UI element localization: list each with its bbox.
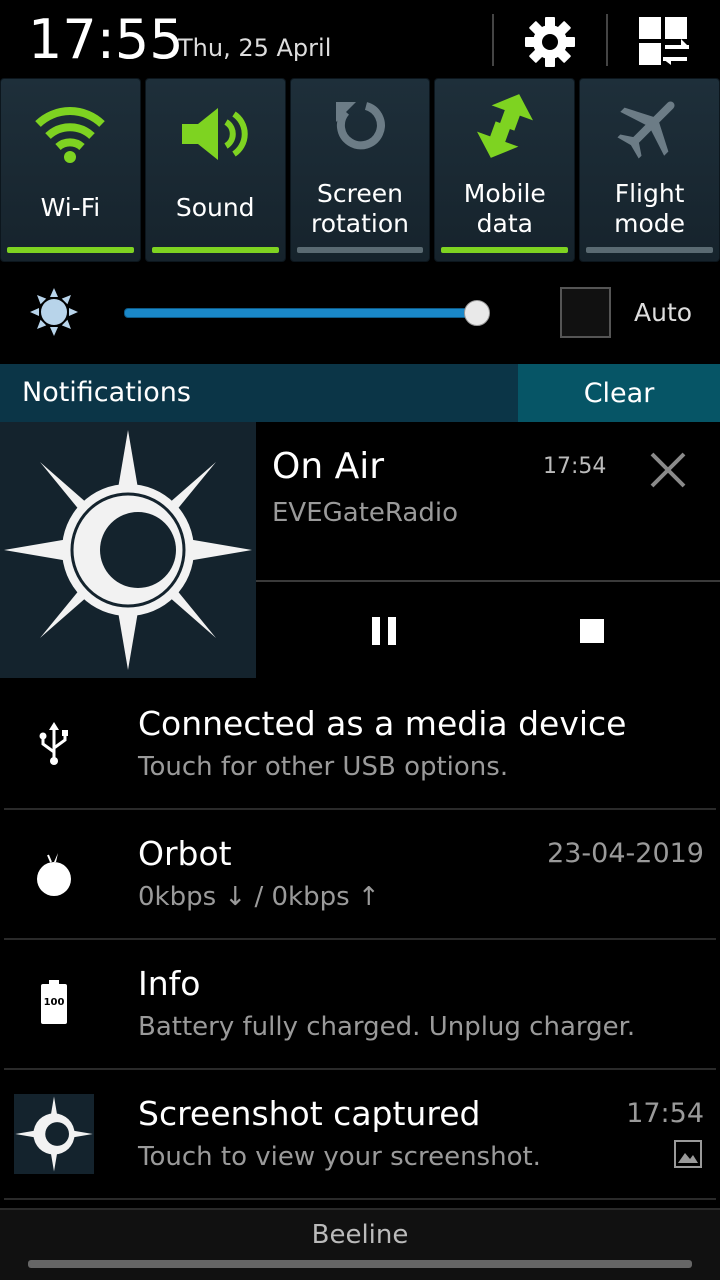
toggle-mobile-data[interactable]: Mobile data — [434, 78, 576, 262]
battery-icon: 100 — [41, 980, 67, 1024]
notification-battery-info[interactable]: 100 Info Battery fully charged. Unplug c… — [0, 940, 720, 1070]
media-notification[interactable]: On Air EVEGateRadio 17:54 — [0, 422, 720, 678]
notification-screenshot[interactable]: Screenshot captured Touch to view your s… — [0, 1070, 720, 1200]
station-artwork-image — [4, 430, 252, 670]
auto-brightness-label: Auto — [634, 298, 693, 327]
notification-title: Orbot — [138, 834, 232, 873]
airplane-icon — [617, 101, 675, 159]
clock-time: 17:55 — [28, 8, 184, 71]
toggle-label: Screen rotation — [310, 179, 410, 238]
toggle-state-bar — [296, 247, 424, 253]
wifi-icon — [35, 107, 106, 163]
notification-usb[interactable]: Connected as a media device Touch for ot… — [0, 680, 720, 810]
brightness-slider[interactable] — [124, 308, 484, 318]
brightness-slider-thumb[interactable] — [463, 300, 490, 326]
notification-icon — [14, 834, 94, 914]
toggle-state-bar — [441, 247, 569, 253]
toggle-label: Mobile data — [463, 179, 546, 238]
carrier-footer: Beeline — [0, 1208, 720, 1280]
mobile-data-icon — [476, 94, 533, 158]
brightness-row: Auto — [0, 262, 720, 364]
close-icon — [650, 452, 686, 488]
usb-icon — [39, 722, 68, 765]
edit-toggles-button[interactable] — [634, 12, 694, 72]
notification-subtitle: Battery fully charged. Unplug charger. — [138, 1012, 636, 1042]
row-divider — [4, 1198, 716, 1200]
gear-icon — [525, 17, 575, 67]
toggle-wifi[interactable]: Wi-Fi — [0, 78, 141, 262]
panel-drag-handle[interactable] — [28, 1260, 692, 1268]
notification-time: 17:54 — [626, 1098, 704, 1129]
settings-button[interactable] — [520, 12, 580, 72]
brightness-icon — [30, 288, 78, 336]
status-header: 17:55 Thu, 25 April — [0, 0, 720, 78]
media-close-button[interactable] — [646, 448, 690, 492]
clock-date: Thu, 25 April — [178, 34, 332, 62]
media-time: 17:54 — [543, 454, 607, 479]
toggle-sound[interactable]: Sound — [144, 78, 286, 262]
stop-icon — [580, 619, 604, 643]
carrier-name: Beeline — [311, 1220, 409, 1250]
stop-button[interactable] — [562, 608, 622, 654]
gallery-icon — [674, 1140, 702, 1168]
grid-edit-icon — [639, 17, 689, 65]
notification-title: Screenshot captured — [138, 1094, 481, 1133]
toggle-screen-rotation[interactable]: Screen rotation — [289, 78, 431, 262]
pause-button[interactable] — [354, 608, 414, 654]
notification-icon — [14, 1094, 94, 1174]
media-divider — [256, 580, 720, 582]
notification-title: Connected as a media device — [138, 704, 627, 743]
notifications-title: Notifications — [22, 377, 191, 408]
album-art — [0, 422, 256, 678]
toggle-flight-mode[interactable]: Flight mode — [579, 78, 720, 262]
header-divider — [492, 14, 494, 66]
notifications-header: Notifications Clear — [0, 364, 720, 422]
notification-orbot[interactable]: Orbot 0kbps ↓ / 0kbps ↑ 23-04-2019 — [0, 810, 720, 940]
screenshot-thumbnail — [14, 1094, 94, 1174]
notification-subtitle: 0kbps ↓ / 0kbps ↑ — [138, 882, 380, 912]
media-subtitle: EVEGateRadio — [272, 498, 458, 528]
toggle-label: Sound — [175, 193, 255, 222]
toggle-label: Flight mode — [614, 179, 686, 238]
clear-button[interactable]: Clear — [518, 364, 720, 422]
toggle-state-bar — [586, 247, 713, 253]
header-divider — [606, 14, 608, 66]
onion-icon — [37, 853, 71, 896]
auto-brightness-checkbox[interactable] — [560, 287, 611, 338]
toggle-label: Wi-Fi — [40, 193, 101, 222]
notification-icon: 100 — [14, 964, 94, 1044]
notification-time: 23-04-2019 — [547, 838, 704, 869]
toggle-state-bar — [7, 247, 134, 253]
notification-icon — [14, 704, 94, 784]
rotation-icon — [335, 102, 385, 150]
speaker-icon — [182, 108, 248, 160]
media-title: On Air — [272, 446, 385, 487]
battery-level-text: 100 — [43, 997, 65, 1008]
notification-subtitle: Touch to view your screenshot. — [138, 1142, 541, 1172]
notification-subtitle: Touch for other USB options. — [138, 752, 509, 782]
quick-settings-toggles: Wi-Fi Sound Screen rotation Mobile data … — [0, 78, 720, 262]
pause-icon — [372, 617, 396, 645]
notification-title: Info — [138, 964, 201, 1003]
toggle-state-bar — [151, 247, 279, 253]
